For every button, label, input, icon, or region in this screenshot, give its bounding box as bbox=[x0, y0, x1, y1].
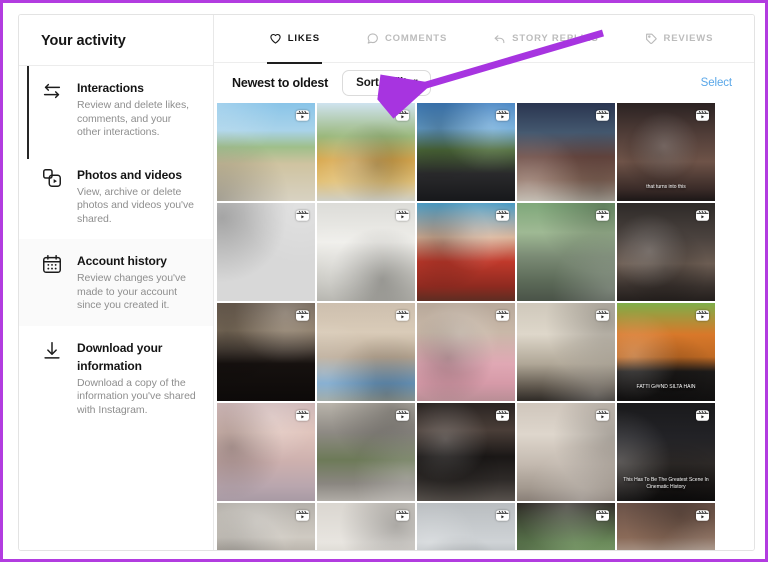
tab-bar: LIKES COMMENTS bbox=[214, 15, 754, 63]
heart-icon bbox=[269, 32, 282, 45]
grid-thumbnail[interactable] bbox=[517, 103, 615, 201]
grid-thumbnail[interactable] bbox=[417, 303, 515, 401]
grid-thumbnail[interactable] bbox=[217, 203, 315, 301]
comment-icon bbox=[366, 32, 379, 45]
main-content: LIKES COMMENTS bbox=[214, 15, 754, 550]
grid-thumbnail[interactable] bbox=[217, 503, 315, 550]
sidebar-item-label: Account history bbox=[77, 254, 167, 268]
grid-thumbnail[interactable] bbox=[517, 303, 615, 401]
grid-thumbnail[interactable] bbox=[417, 403, 515, 501]
grid-thumbnail[interactable] bbox=[617, 203, 715, 301]
thumbnail-texture bbox=[617, 203, 715, 301]
tab-reviews[interactable]: REVIEWS bbox=[643, 15, 716, 63]
tab-comments-label: COMMENTS bbox=[385, 33, 447, 44]
grid-thumbnail[interactable] bbox=[217, 403, 315, 501]
thumbnail-texture bbox=[417, 403, 515, 501]
tab-likes-label: LIKES bbox=[288, 33, 320, 44]
thumbnail-texture bbox=[217, 403, 315, 501]
thumbnail-texture bbox=[317, 203, 415, 301]
thumbnail-texture bbox=[217, 303, 315, 401]
sidebar-item-download-your-information-text: Download your information Download a cop… bbox=[77, 339, 197, 418]
sort-and-filter-button[interactable]: Sort & filter bbox=[342, 70, 431, 96]
grid-thumbnail[interactable] bbox=[517, 503, 615, 550]
sidebar-item-desc: Review changes you've made to your accou… bbox=[77, 272, 197, 313]
arrows-exchange-icon bbox=[41, 80, 63, 102]
thumbnail-texture bbox=[217, 203, 315, 301]
thumbnail-texture bbox=[217, 503, 315, 550]
reply-arrow-icon bbox=[493, 32, 506, 45]
tab-story-replies-label: STORY REPLIES bbox=[512, 33, 598, 44]
sidebar-item-account-history-text: Account history Review changes you've ma… bbox=[77, 252, 197, 313]
grid-thumbnail[interactable] bbox=[517, 203, 615, 301]
grid-thumbnail[interactable] bbox=[217, 303, 315, 401]
thumbnail-grid-scroll[interactable]: that turns into this FATTI G##ND SILTA HA… bbox=[214, 103, 754, 550]
sidebar-item-label: Interactions bbox=[77, 81, 144, 95]
thumbnail-texture bbox=[417, 503, 515, 550]
grid-thumbnail[interactable] bbox=[317, 303, 415, 401]
sidebar-item-photos-and-videos-text: Photos and videos View, archive or delet… bbox=[77, 166, 197, 227]
sidebar: Your activity Interactions Review and de… bbox=[19, 15, 214, 550]
thumbnail-texture bbox=[317, 403, 415, 501]
tab-likes[interactable]: LIKES bbox=[267, 15, 322, 63]
sidebar-item-account-history[interactable]: Account history Review changes you've ma… bbox=[19, 239, 213, 326]
tab-reviews-label: REVIEWS bbox=[664, 33, 714, 44]
thumbnail-texture bbox=[417, 303, 515, 401]
thumbnail-texture bbox=[517, 103, 615, 201]
sidebar-item-interactions[interactable]: Interactions Review and delete likes, co… bbox=[19, 66, 213, 153]
thumbnail-texture bbox=[517, 303, 615, 401]
tab-comments[interactable]: COMMENTS bbox=[364, 15, 449, 63]
grid-thumbnail[interactable]: FATTI G##ND SILTA HAIN bbox=[617, 303, 715, 401]
grid-thumbnail[interactable] bbox=[317, 203, 415, 301]
grid-thumbnail[interactable] bbox=[617, 503, 715, 550]
download-icon bbox=[41, 340, 63, 362]
thumbnail-grid: that turns into this FATTI G##ND SILTA HA… bbox=[215, 103, 732, 550]
thumbnail-texture bbox=[217, 103, 315, 201]
sidebar-item-desc: View, archive or delete photos and video… bbox=[77, 186, 197, 227]
activity-panel: Your activity Interactions Review and de… bbox=[18, 14, 755, 551]
thumbnail-texture bbox=[517, 203, 615, 301]
thumbnail-texture bbox=[617, 303, 715, 401]
grid-thumbnail[interactable] bbox=[417, 203, 515, 301]
screenshot-root: Your activity Interactions Review and de… bbox=[0, 0, 768, 562]
sort-order-label: Newest to oldest bbox=[232, 76, 328, 90]
photos-videos-icon bbox=[41, 167, 63, 189]
grid-thumbnail[interactable]: On My Husband bbox=[417, 503, 515, 550]
sidebar-item-photos-and-videos[interactable]: Photos and videos View, archive or delet… bbox=[19, 153, 213, 240]
thumbnail-texture bbox=[617, 103, 715, 201]
sidebar-item-download-your-information[interactable]: Download your information Download a cop… bbox=[19, 326, 213, 431]
grid-thumbnail[interactable]: This Has To Be The Greatest Scene In Cin… bbox=[617, 403, 715, 501]
thumbnail-texture bbox=[517, 503, 615, 550]
grid-thumbnail[interactable]: that turns into this bbox=[617, 103, 715, 201]
tab-story-replies[interactable]: STORY REPLIES bbox=[491, 15, 600, 63]
thumbnail-texture bbox=[617, 403, 715, 501]
thumbnail-texture bbox=[317, 103, 415, 201]
grid-thumbnail[interactable] bbox=[317, 103, 415, 201]
thumbnail-texture bbox=[617, 503, 715, 550]
sidebar-item-label: Photos and videos bbox=[77, 168, 182, 182]
grid-thumbnail[interactable] bbox=[417, 103, 515, 201]
sidebar-item-desc: Download a copy of the information you'v… bbox=[77, 377, 197, 418]
grid-toolbar: Newest to oldest Sort & filter Select bbox=[214, 63, 754, 103]
thumbnail-texture bbox=[317, 503, 415, 550]
grid-thumbnail[interactable] bbox=[317, 403, 415, 501]
calendar-icon bbox=[41, 253, 63, 275]
sidebar-title: Your activity bbox=[19, 15, 213, 65]
thumbnail-texture bbox=[417, 103, 515, 201]
thumbnail-texture bbox=[317, 303, 415, 401]
grid-thumbnail[interactable] bbox=[317, 503, 415, 550]
sidebar-item-label: Download your information bbox=[77, 341, 162, 373]
thumbnail-texture bbox=[417, 203, 515, 301]
sidebar-item-interactions-text: Interactions Review and delete likes, co… bbox=[77, 79, 197, 140]
thumbnail-texture bbox=[517, 403, 615, 501]
grid-thumbnail[interactable] bbox=[517, 403, 615, 501]
select-link[interactable]: Select bbox=[701, 77, 732, 89]
tag-icon bbox=[645, 32, 658, 45]
grid-thumbnail[interactable] bbox=[217, 103, 315, 201]
sidebar-item-desc: Review and delete likes, comments, and y… bbox=[77, 99, 197, 140]
